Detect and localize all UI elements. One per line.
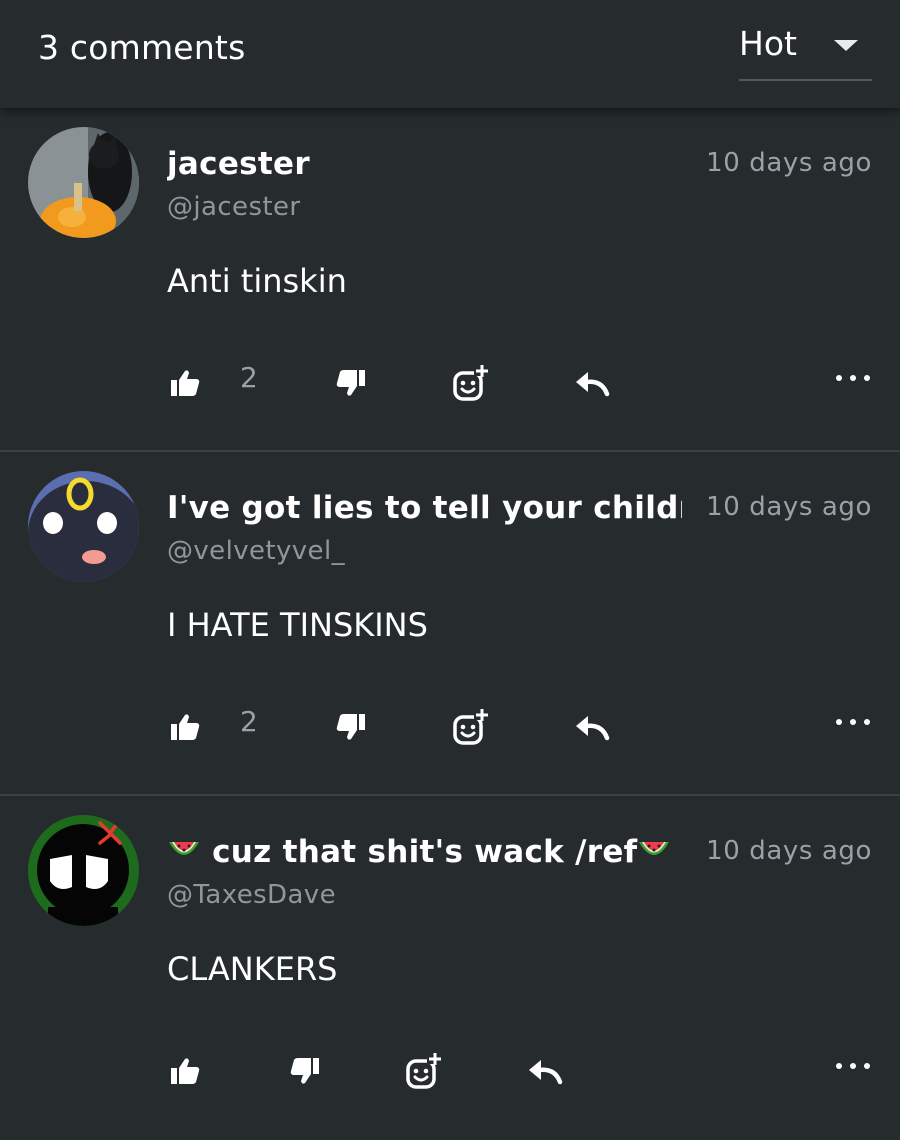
more-horizontal-icon: [836, 375, 842, 381]
dislike-button[interactable]: [333, 363, 369, 403]
like-button[interactable]: [167, 1051, 203, 1091]
reply-icon: [576, 372, 610, 397]
thumbs-up-icon: [171, 370, 200, 396]
display-name-text: cuz that shit's wack /ref: [212, 834, 638, 870]
add-reaction-button[interactable]: [404, 1051, 444, 1091]
add-reaction-icon: [406, 1053, 441, 1089]
username[interactable]: @TaxesDave: [167, 880, 336, 910]
comments-header: 3 comments Hot: [0, 0, 900, 108]
sort-dropdown[interactable]: Hot: [739, 24, 872, 81]
dislike-button[interactable]: [333, 707, 369, 747]
add-reaction-icon: [453, 709, 488, 745]
avatar[interactable]: [28, 815, 139, 926]
sort-label: Hot: [739, 24, 797, 63]
comment-text: I HATE TINSKINS: [167, 606, 428, 644]
thumbs-down-icon: [336, 370, 365, 396]
add-reaction-button[interactable]: [451, 363, 491, 403]
reply-button[interactable]: [573, 363, 611, 403]
thumbs-down-icon: [290, 1058, 319, 1084]
add-reaction-icon: [453, 365, 488, 401]
comment-item: I've got lies to tell your children @vel…: [0, 452, 900, 796]
reply-icon: [529, 1060, 563, 1085]
timestamp: 10 days ago: [706, 492, 872, 522]
more-horizontal-icon: [836, 1063, 842, 1069]
more-horizontal-icon: [836, 719, 842, 725]
avatar[interactable]: [28, 471, 139, 582]
username[interactable]: @velvetyvel_: [167, 536, 345, 566]
thumbs-down-icon: [336, 714, 365, 740]
comment-count: 3 comments: [38, 28, 246, 67]
dislike-button[interactable]: [287, 1051, 323, 1091]
timestamp: 10 days ago: [706, 836, 872, 866]
timestamp: 10 days ago: [706, 148, 872, 178]
comment-text: CLANKERS: [167, 950, 338, 988]
comment-item: cuz that shit's wack /ref # @TaxesDave 1…: [0, 796, 900, 1140]
chevron-down-icon: [834, 40, 858, 51]
reply-button[interactable]: [526, 1051, 564, 1091]
display-name[interactable]: cuz that shit's wack /ref #: [167, 834, 682, 880]
watermelon-icon: [637, 836, 671, 872]
thumbs-up-icon: [171, 714, 200, 740]
more-options-button[interactable]: [836, 712, 870, 732]
like-count: 2: [240, 361, 258, 394]
comment-text: Anti tinskin: [167, 262, 347, 300]
display-name[interactable]: jacester: [167, 146, 682, 192]
comment-list: jacester @jacester 10 days ago Anti tins…: [0, 108, 900, 1140]
add-reaction-button[interactable]: [451, 707, 491, 747]
watermelon-icon: [167, 836, 201, 872]
reply-icon: [576, 716, 610, 741]
like-button[interactable]: [167, 707, 203, 747]
avatar[interactable]: [28, 127, 139, 238]
more-options-button[interactable]: [836, 1056, 870, 1076]
more-options-button[interactable]: [836, 368, 870, 388]
username[interactable]: @jacester: [167, 192, 300, 222]
like-count: 2: [240, 705, 258, 738]
thumbs-up-icon: [171, 1058, 200, 1084]
reply-button[interactable]: [573, 707, 611, 747]
display-name[interactable]: I've got lies to tell your children: [167, 490, 682, 536]
like-button[interactable]: [167, 363, 203, 403]
comment-item: jacester @jacester 10 days ago Anti tins…: [0, 108, 900, 452]
